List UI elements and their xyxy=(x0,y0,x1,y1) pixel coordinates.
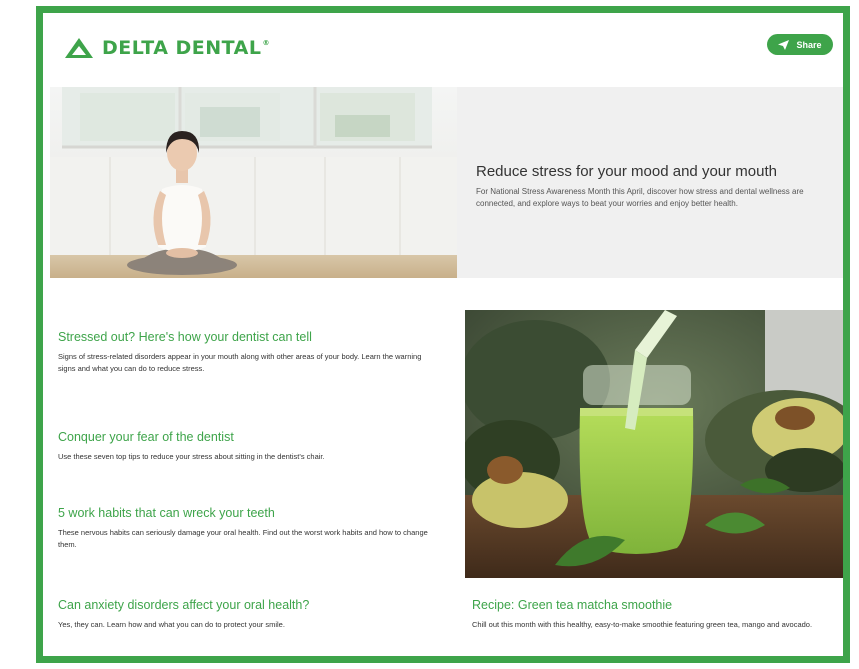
recipe-title[interactable]: Recipe: Green tea matcha smoothie xyxy=(472,598,843,612)
delta-dental-logo[interactable]: DELTA DENTAL® xyxy=(64,35,270,61)
share-button[interactable]: Share xyxy=(767,34,833,55)
article-work-habits: 5 work habits that can wreck your teeth … xyxy=(58,506,438,550)
hero-title[interactable]: Reduce stress for your mood and your mou… xyxy=(476,163,777,180)
recipe-description: Chill out this month with this healthy, … xyxy=(472,620,813,629)
article-anxiety-disorders: Can anxiety disorders affect your oral h… xyxy=(58,598,438,631)
brand-name: DELTA DENTAL® xyxy=(102,37,270,59)
article-fear-of-dentist: Conquer your fear of the dentist Use the… xyxy=(58,430,438,463)
article-description: Yes, they can. Learn how and what you ca… xyxy=(58,620,285,629)
smoothie-image[interactable] xyxy=(465,310,843,578)
share-label: Share xyxy=(796,39,822,50)
recipe-green-tea-smoothie: Recipe: Green tea matcha smoothie Chill … xyxy=(472,598,843,631)
article-title[interactable]: 5 work habits that can wreck your teeth xyxy=(58,506,438,520)
smoothie-photo xyxy=(465,310,843,578)
hero-image[interactable] xyxy=(50,87,457,278)
article-stressed-out: Stressed out? Here's how your dentist ca… xyxy=(58,330,438,374)
article-description: These nervous habits can seriously damag… xyxy=(58,528,428,549)
article-title[interactable]: Conquer your fear of the dentist xyxy=(58,430,438,444)
send-icon xyxy=(778,39,790,50)
email-frame: DELTA DENTAL® Share Reduce stress for yo… xyxy=(36,6,850,663)
hero-description: For National Stress Awareness Month this… xyxy=(476,187,804,208)
meditation-photo xyxy=(50,87,457,278)
article-description: Use these seven top tips to reduce your … xyxy=(58,452,325,461)
hero-panel: Reduce stress for your mood and your mou… xyxy=(457,87,843,278)
article-title[interactable]: Can anxiety disorders affect your oral h… xyxy=(58,598,438,612)
article-description: Signs of stress-related disorders appear… xyxy=(58,352,422,373)
delta-triangle-icon xyxy=(65,38,93,58)
article-title[interactable]: Stressed out? Here's how your dentist ca… xyxy=(58,330,438,344)
